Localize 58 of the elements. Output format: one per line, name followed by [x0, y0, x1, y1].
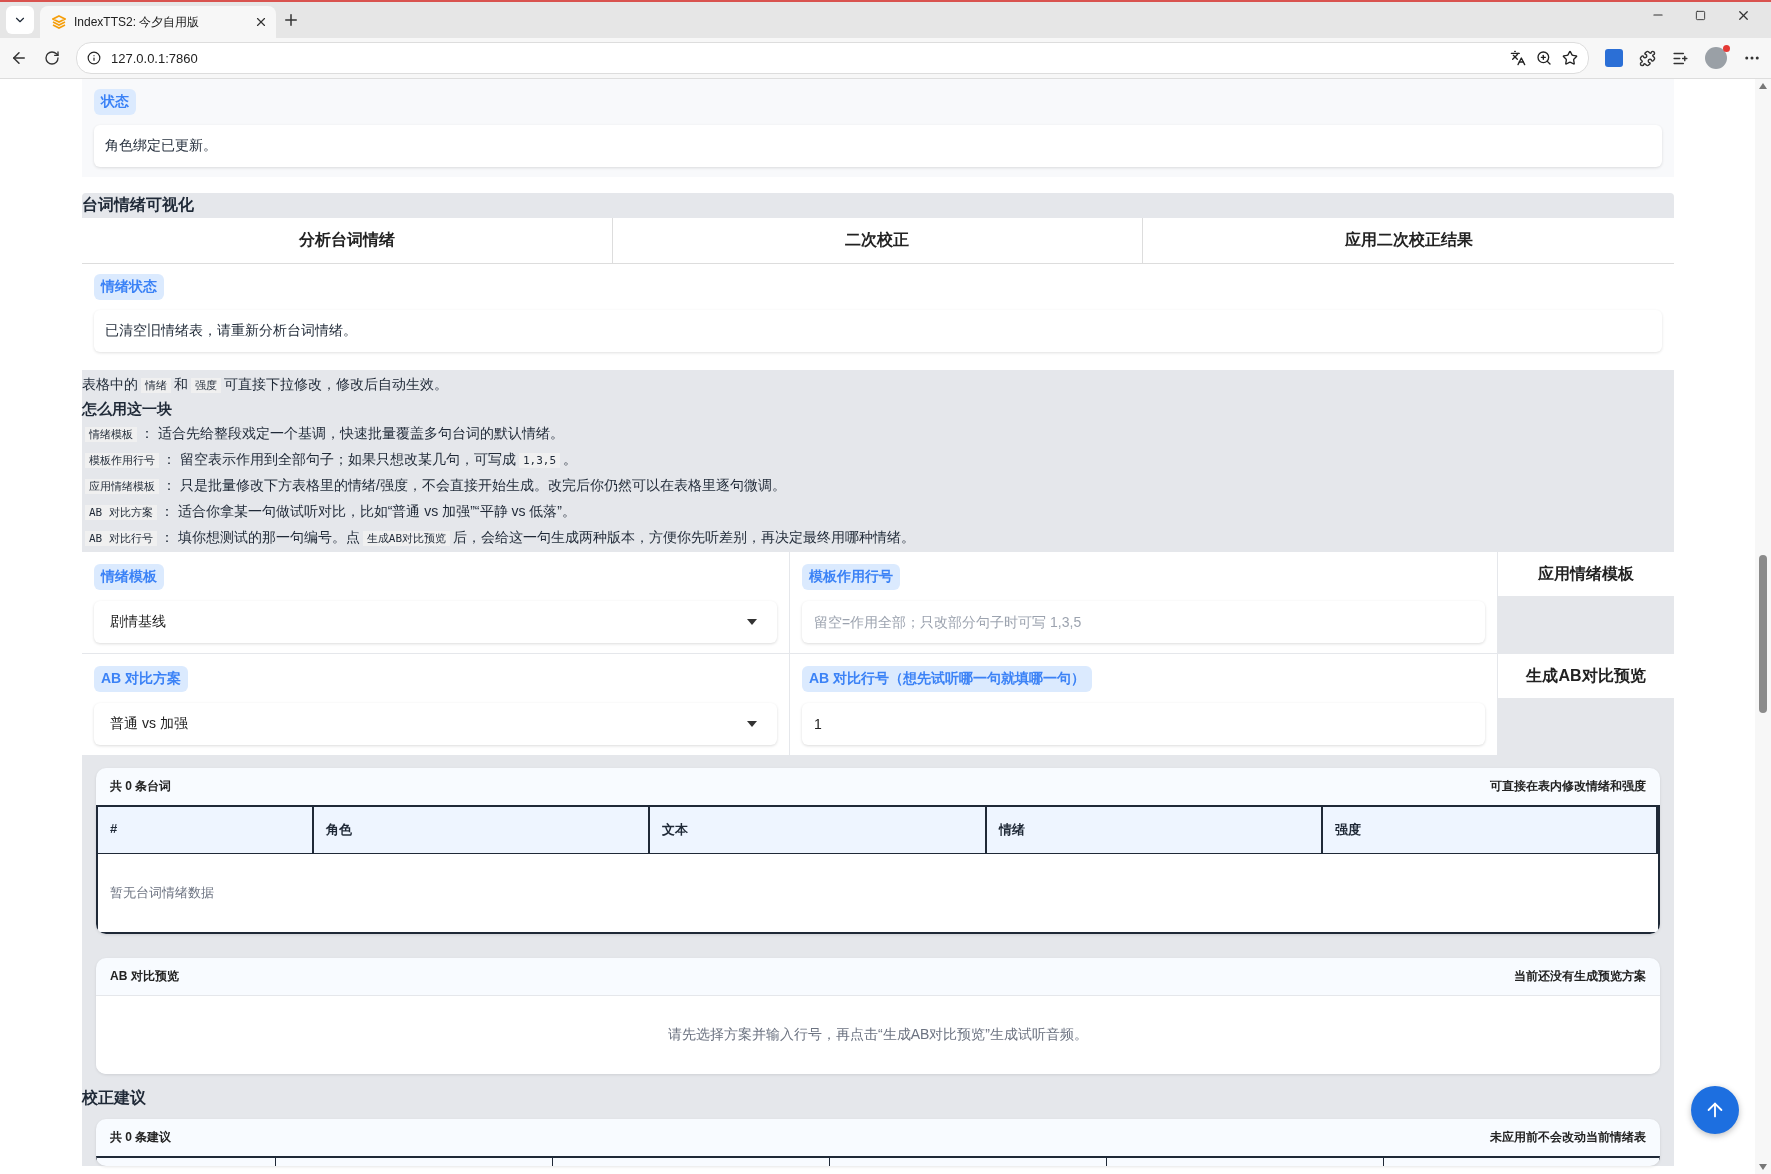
panel-label: 状态 [94, 89, 136, 115]
scroll-to-top-button[interactable] [1691, 1086, 1739, 1134]
back-icon[interactable] [10, 49, 28, 67]
field-label: AB 对比行号（想先试听哪一句就填哪一句） [802, 666, 1093, 692]
help-item: 应用情绪模板 ： 只是批量修改下方表格里的情绪/强度，不会直接开始生成。改完后你仍然可以在表格里逐句微调。 [82, 475, 1674, 497]
row-count: 共 0 条建议 [110, 1129, 172, 1146]
text-input[interactable]: 留空=作用全部；只改部分句子时可写 1,3,5 [814, 614, 1473, 630]
help-item: AB 对比方案 ： 适合你拿某一句做试听对比，比如“普通 vs 加强”“平静 vs 低落”。 [82, 501, 1674, 523]
empty-message: 请先选择方案并输入行号，再点击“生成AB对比预览”生成试听音频。 [96, 996, 1660, 1074]
profile-avatar[interactable] [1705, 47, 1727, 69]
translate-icon[interactable] [1510, 50, 1526, 66]
empty-message: 暂无台词情绪数据 [98, 854, 1658, 932]
section-title: 台词情绪可视化 [82, 193, 1674, 218]
reload-icon[interactable] [44, 50, 60, 66]
field-label: 情绪模板 [94, 564, 164, 590]
help-item: AB 对比行号 ： 填你想测试的那一句编号。点 生成AB对比预览 后，会给这一句生成两种版本，方便你先听差别，再决定最终用哪种情绪。 [82, 527, 1674, 549]
close-icon[interactable] [254, 15, 268, 29]
scroll-up-icon[interactable] [1759, 83, 1767, 89]
address-bar[interactable]: 127.0.0.1:7860 [76, 42, 1589, 74]
new-tab-icon[interactable] [282, 11, 300, 29]
extensions-icon[interactable] [1639, 49, 1656, 67]
help-heading: 怎么用这一块 [82, 400, 173, 419]
table-hint: 未应用前不会改动当前情绪表 [1490, 1129, 1646, 1146]
field-label: AB 对比方案 [94, 666, 189, 692]
browser-tab[interactable]: IndexTTS2: 今夕自用版 [40, 6, 276, 38]
action-button[interactable]: 应用情绪模板 [1498, 552, 1674, 596]
info-icon [87, 51, 101, 65]
card-title: AB 对比预览 [110, 968, 179, 985]
table-hint: 可直接在表内修改情绪和强度 [1490, 778, 1646, 795]
card-hint: 当前还没有生成预览方案 [1514, 968, 1646, 985]
caret-icon [747, 721, 757, 727]
row-count: 共 0 条台词 [110, 778, 172, 795]
help-text: 表格中的 情绪 和 强度 可直接下拉修改，修改后自动生效。 [82, 375, 449, 395]
dropdown[interactable]: 剧情基线 [94, 601, 777, 643]
dropdown[interactable]: 普通 vs 加强 [94, 703, 777, 745]
column-header: 强度 [1322, 807, 1658, 854]
field-label: 模板作用行号 [802, 564, 900, 590]
scrollbar[interactable] [1755, 79, 1771, 1174]
help-item: 情绪模板 ： 适合先给整段戏定一个基调，快速批量覆盖多句台词的默认情绪。 [82, 423, 1674, 445]
help-item: 模板作用行号 ： 留空表示作用到全部句子；如果只想改某几句，可写成 1,3,5 。 [82, 449, 1674, 471]
section-title: 校正建议 [82, 1088, 147, 1108]
column-header: 角色 [313, 807, 651, 854]
status-text: 已清空旧情绪表，请重新分析台词情绪。 [94, 310, 1662, 352]
zoom-icon[interactable] [1536, 50, 1552, 66]
status-text: 角色绑定已更新。 [94, 125, 1662, 167]
text-input[interactable]: 1 [814, 716, 1473, 732]
input-field[interactable]: 1 [802, 703, 1485, 745]
column-header: 文本 [650, 807, 987, 854]
favorite-icon[interactable] [1562, 50, 1578, 66]
action-button[interactable]: 生成AB对比预览 [1498, 654, 1674, 698]
caret-icon [747, 619, 757, 625]
scrollbar-thumb[interactable] [1759, 554, 1767, 713]
scroll-down-icon[interactable] [1759, 1163, 1767, 1170]
column-header: # [98, 807, 314, 854]
column-header: 情绪 [987, 807, 1323, 854]
app-logo-icon [52, 15, 66, 29]
input-field[interactable]: 留空=作用全部；只改部分句子时可写 1,3,5 [802, 601, 1485, 643]
panel-label: 情绪状态 [94, 274, 164, 300]
